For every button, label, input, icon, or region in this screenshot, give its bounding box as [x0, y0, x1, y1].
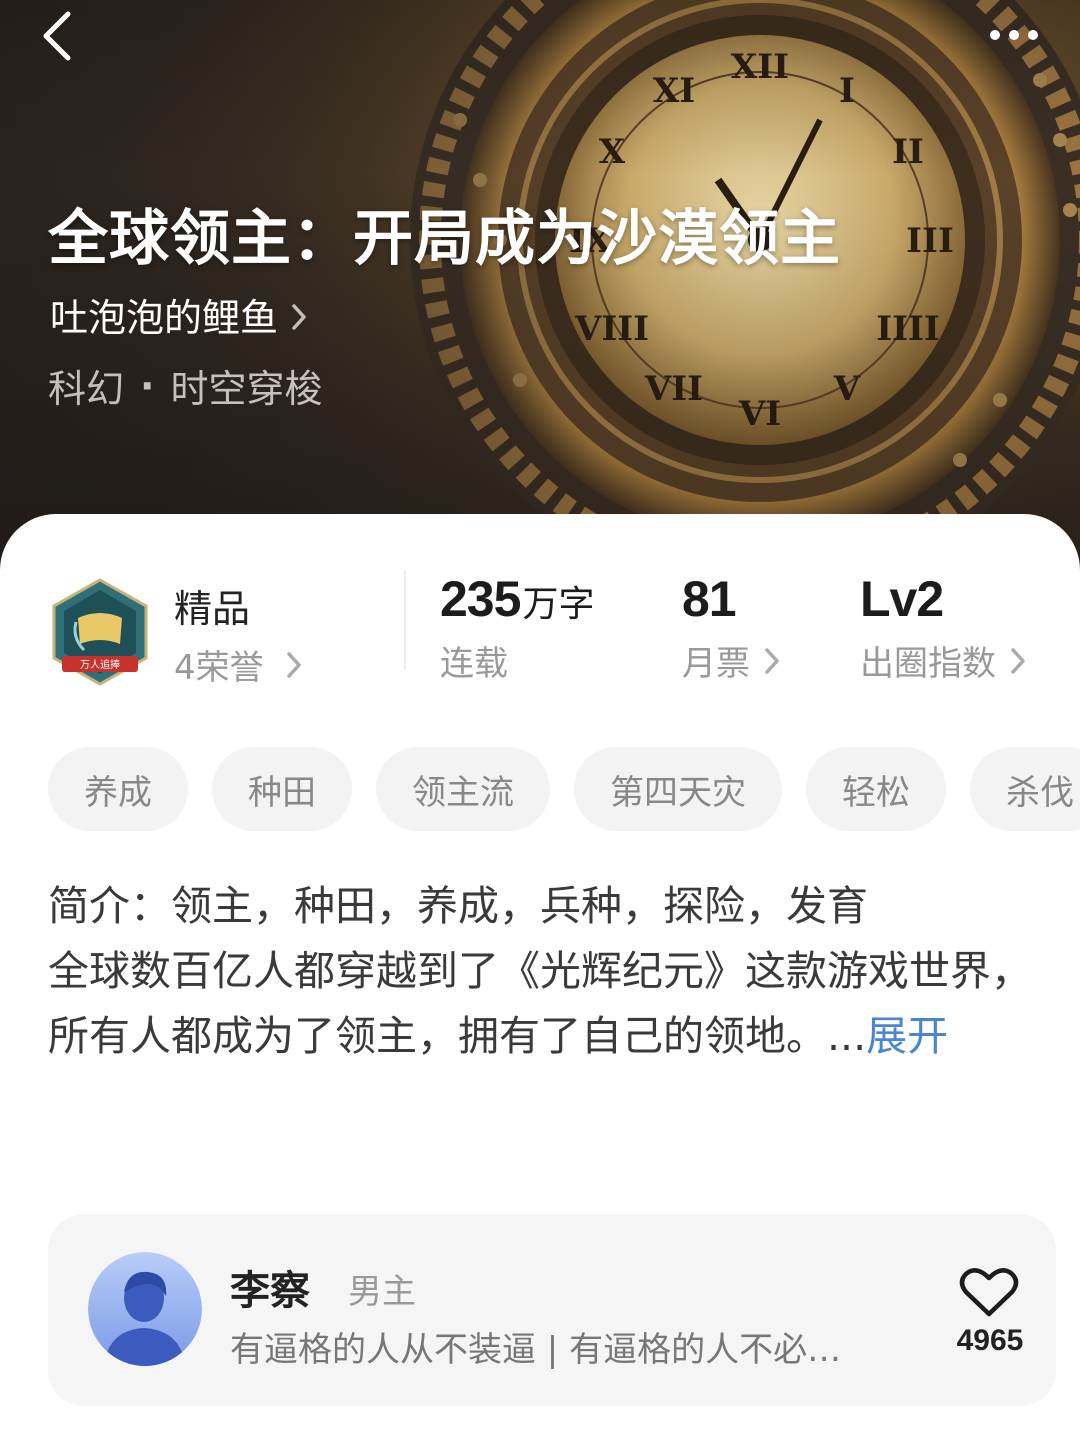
intro-keywords: 领主，种田，养成，兵种，探险，发育 — [171, 882, 868, 930]
chevron-right-icon — [286, 651, 301, 678]
chevron-right-icon — [292, 303, 306, 330]
hero-cover: XII I II III IIII V VI VII VIII IX X XI — [0, 0, 1080, 580]
tag[interactable]: 种田 — [212, 747, 352, 831]
monthly-votes-stat[interactable]: 81 月票 — [682, 570, 780, 685]
tag[interactable]: 杀伐 — [970, 747, 1080, 831]
tag-list: 养成 种田 领主流 第四天灾 轻松 杀伐 — [48, 747, 1080, 831]
word-count-unit: 万字 — [522, 584, 595, 625]
heart-outline-icon[interactable] — [956, 1266, 1022, 1318]
honor-badge-icon[interactable]: 万人追捧 — [50, 578, 150, 686]
like-count: 4965 — [956, 1324, 1024, 1357]
tag[interactable]: 轻松 — [806, 747, 946, 831]
character-name: 李察 — [230, 1268, 310, 1314]
popularity-index-stat[interactable]: Lv2 出圈指数 — [860, 570, 1026, 685]
level-label: 出圈指数 — [860, 644, 996, 684]
character-quote: 有逼格的人从不装逼 | 有逼格的人不必… — [230, 1330, 842, 1370]
character-card[interactable]: 李察 男主 有逼格的人从不装逼 | 有逼格的人不必… 4965 — [48, 1214, 1056, 1406]
intro-label: 简介： — [48, 882, 171, 930]
book-info-card: 万人追捧 精品 4荣誉 235万字 连载 81 月票 Lv2 出圈指数 养成 种… — [0, 514, 1080, 1433]
expand-intro-link[interactable]: 展开 — [866, 1012, 948, 1060]
svg-text:万人追捧: 万人追捧 — [80, 658, 120, 671]
honor-link[interactable]: 4荣誉 — [174, 640, 302, 689]
more-horizontal-icon — [990, 30, 1000, 40]
monthly-votes-value: 81 — [682, 571, 737, 627]
book-intro: 简介：领主，种田，养成，兵种，探险，发育 全球数百亿人都穿越到了《光辉纪元》这款… — [48, 874, 1038, 1069]
book-title: 全球领主：开局成为沙漠领主 — [48, 204, 841, 274]
author-name: 吐泡泡的鲤鱼 — [50, 296, 279, 340]
category: 科幻 — [48, 367, 125, 411]
level-value: Lv2 — [860, 571, 944, 627]
more-button[interactable] — [974, 10, 1054, 60]
chevron-left-icon — [43, 11, 71, 61]
tag[interactable]: 养成 — [48, 747, 188, 831]
category-separator: · — [140, 363, 155, 408]
avatar — [88, 1252, 202, 1366]
author-link[interactable]: 吐泡泡的鲤鱼 — [50, 287, 308, 342]
word-count-value: 235 — [440, 571, 521, 627]
subcategory: 时空穿梭 — [170, 367, 323, 411]
word-count-stat: 235万字 连载 — [440, 570, 594, 685]
tag[interactable]: 第四天灾 — [574, 747, 782, 831]
chevron-right-icon — [1011, 647, 1025, 674]
character-role: 男主 — [348, 1272, 416, 1312]
chevron-right-icon — [765, 647, 779, 674]
category-row: 科幻 · 时空穿梭 — [48, 358, 322, 413]
honor-title: 精品 — [174, 587, 251, 631]
monthly-votes-label: 月票 — [682, 644, 750, 684]
book-detail-page: XII I II III IIII V VI VII VIII IX X XI — [0, 0, 1080, 1433]
serial-status: 连载 — [440, 644, 508, 684]
tag[interactable]: 领主流 — [376, 747, 550, 831]
honor-count: 4荣誉 — [174, 648, 264, 688]
divider — [404, 570, 406, 670]
stats-row: 万人追捧 精品 4荣誉 235万字 连载 81 月票 Lv2 出圈指数 — [0, 514, 1080, 714]
back-button[interactable] — [26, 6, 86, 66]
